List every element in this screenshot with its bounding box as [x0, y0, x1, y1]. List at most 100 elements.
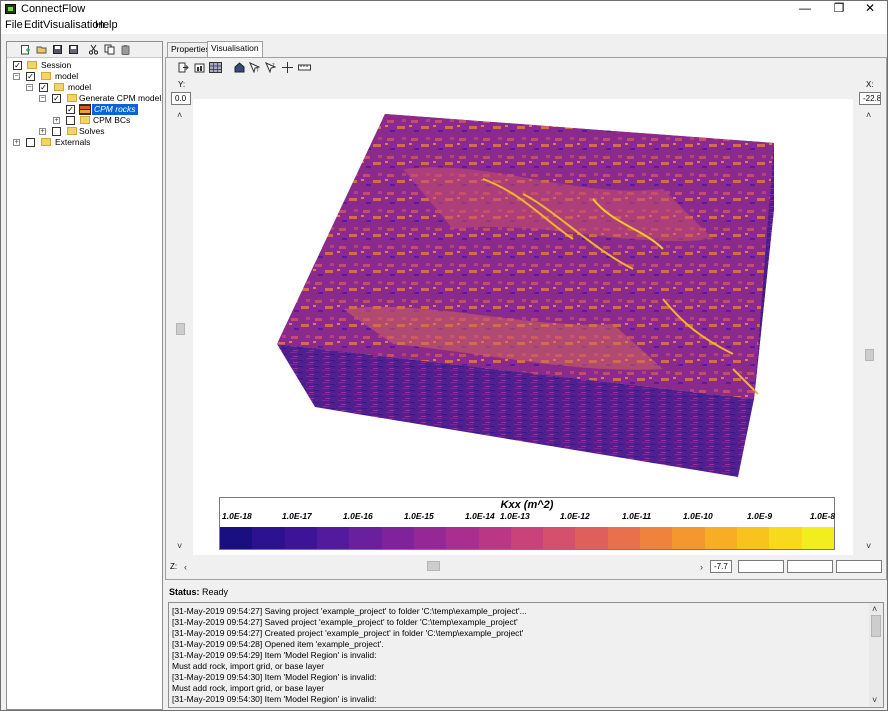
tree-item-cpm-bcs[interactable]: + CPM BCs — [53, 115, 161, 126]
menu-help[interactable]: Help — [95, 19, 118, 31]
legend-color-swatch — [252, 527, 285, 549]
x-slider-thumb[interactable] — [865, 349, 874, 361]
y-axis-label: Y: — [178, 80, 186, 89]
image-icon[interactable] — [194, 62, 205, 73]
legend-color-swatch — [769, 527, 802, 549]
cpm-rocks-checkbox[interactable]: ✓ — [66, 105, 75, 114]
window-title: ConnectFlow — [21, 3, 86, 15]
model-checkbox[interactable]: ✓ — [39, 83, 48, 92]
legend-color-swatch — [413, 527, 447, 549]
coord-field-2[interactable] — [787, 560, 833, 573]
crosshair-icon[interactable] — [282, 62, 293, 73]
save-icon[interactable] — [68, 44, 79, 55]
tree-item-session[interactable]: ✓ Session — [13, 60, 153, 71]
scroll-up-icon[interactable]: ˄ — [177, 111, 182, 120]
status-label: Status: — [169, 587, 200, 597]
collapse-icon[interactable]: − — [39, 95, 46, 102]
status-value: Ready — [202, 587, 229, 597]
message-log[interactable]: [31-May-2019 09:54:27] Saving project 'e… — [168, 602, 884, 708]
log-line: Must add rock, import grid, or base laye… — [172, 683, 325, 693]
minimize-button[interactable]: — — [789, 1, 821, 18]
tree-item-cpm-rocks[interactable]: ✓ CPM rocks — [66, 104, 162, 115]
tab-visualisation[interactable]: Visualisation — [207, 41, 263, 57]
open-folder-icon[interactable] — [36, 44, 47, 55]
project-tree-panel: ✓ Session − ✓ model − ✓ model − ✓ Genera… — [6, 41, 163, 710]
ruler-icon[interactable] — [298, 62, 311, 73]
tree-item-model[interactable]: − ✓ model — [26, 82, 156, 93]
save-all-icon[interactable] — [52, 44, 63, 55]
collapse-icon[interactable]: − — [13, 73, 20, 80]
coord-field-3[interactable] — [836, 560, 882, 573]
folder-icon — [41, 138, 51, 146]
legend-color-swatch — [446, 527, 479, 549]
tree-item-label: Generate CPM model — [79, 93, 162, 103]
legend-tick-label: 1.0E-16 — [343, 511, 373, 521]
scroll-left-icon[interactable]: ‹ — [184, 563, 187, 572]
pick-query-icon[interactable]: ? — [249, 62, 260, 73]
expand-icon[interactable]: + — [53, 117, 60, 124]
cut-icon[interactable] — [88, 44, 99, 55]
tree-item-label: model — [55, 71, 79, 81]
z-rotation-field[interactable]: -7.7 — [710, 560, 732, 573]
new-item-icon[interactable] — [20, 44, 31, 55]
rock-layer-icon — [79, 104, 91, 115]
home-view-icon[interactable] — [234, 62, 245, 73]
tree-item-externals[interactable]: + Externals — [13, 137, 153, 148]
session-checkbox[interactable]: ✓ — [13, 61, 22, 70]
log-line: [31-May-2019 09:54:27] Saved project 'ex… — [172, 617, 518, 627]
menu-file[interactable]: File — [5, 19, 23, 31]
z-axis-label: Z: — [170, 562, 178, 571]
folder-icon — [27, 61, 37, 69]
scroll-right-icon[interactable]: › — [700, 563, 703, 572]
close-button[interactable]: ✕ — [854, 1, 886, 18]
grid-icon[interactable] — [209, 62, 222, 73]
legend-color-swatch — [640, 527, 673, 549]
folder-icon — [41, 72, 51, 80]
legend-tick-label: 1.0E-9 — [747, 511, 773, 521]
externals-checkbox[interactable] — [26, 138, 35, 147]
scroll-down-icon[interactable]: ˅ — [866, 542, 871, 551]
legend-color-swatch — [478, 527, 511, 549]
scroll-down-icon[interactable]: ˅ — [177, 542, 182, 551]
expand-icon[interactable]: + — [39, 128, 46, 135]
permeability-block-render[interactable] — [193, 99, 853, 555]
y-slider-thumb[interactable] — [176, 323, 185, 335]
menu-edit[interactable]: Edit — [24, 19, 43, 31]
multi-pick-icon[interactable]: ? — [265, 62, 276, 73]
render-viewport[interactable] — [193, 99, 853, 555]
cpm-bcs-checkbox[interactable] — [66, 116, 75, 125]
tree-item-solves[interactable]: + Solves — [39, 126, 159, 137]
y-rotation-field[interactable]: 0.0 — [171, 92, 191, 105]
restore-button[interactable]: ❐ — [823, 1, 855, 18]
tree-item-model-root[interactable]: − ✓ model — [13, 71, 153, 82]
legend-tick-label: 1.0E-15 — [404, 511, 434, 521]
log-line: [31-May-2019 09:54:27] Saving project 'e… — [172, 606, 527, 616]
tree-item-label: Solves — [79, 126, 105, 136]
x-rotation-field[interactable]: -22.8 — [859, 92, 881, 105]
tree-toolbar — [7, 42, 162, 58]
collapse-icon[interactable]: − — [26, 84, 33, 91]
legend-color-swatch — [737, 527, 770, 549]
scroll-up-icon[interactable]: ˄ — [866, 111, 871, 120]
folder-icon — [67, 94, 77, 102]
legend-tick-label: 1.0E-18 — [222, 511, 252, 521]
z-slider-thumb[interactable] — [427, 561, 440, 571]
model-root-checkbox[interactable]: ✓ — [26, 72, 35, 81]
log-scroll-thumb[interactable] — [871, 615, 881, 637]
paste-icon[interactable] — [120, 44, 131, 55]
tree-item-generate-cpm[interactable]: − ✓ Generate CPM model — [39, 93, 161, 104]
copy-icon[interactable] — [104, 44, 115, 55]
coord-field-1[interactable] — [738, 560, 784, 573]
log-line: [31-May-2019 09:54:30] Item 'Model Regio… — [172, 672, 377, 682]
log-scrollbar[interactable]: ˄ ˅ — [869, 603, 883, 707]
expand-icon[interactable]: + — [13, 139, 20, 146]
color-legend: Kxx (m^2) 1.0E-18 1.0E-17 1.0E-16 1.0E-1… — [219, 497, 835, 550]
scroll-up-icon[interactable]: ˄ — [872, 605, 877, 614]
legend-tick-label: 1.0E-8 — [810, 511, 836, 521]
legend-color-swatch — [607, 527, 641, 549]
export-icon[interactable] — [178, 62, 189, 73]
solves-checkbox[interactable] — [52, 127, 61, 136]
scroll-down-icon[interactable]: ˅ — [872, 696, 877, 705]
generate-checkbox[interactable]: ✓ — [52, 94, 61, 103]
svg-text:?: ? — [256, 68, 259, 73]
